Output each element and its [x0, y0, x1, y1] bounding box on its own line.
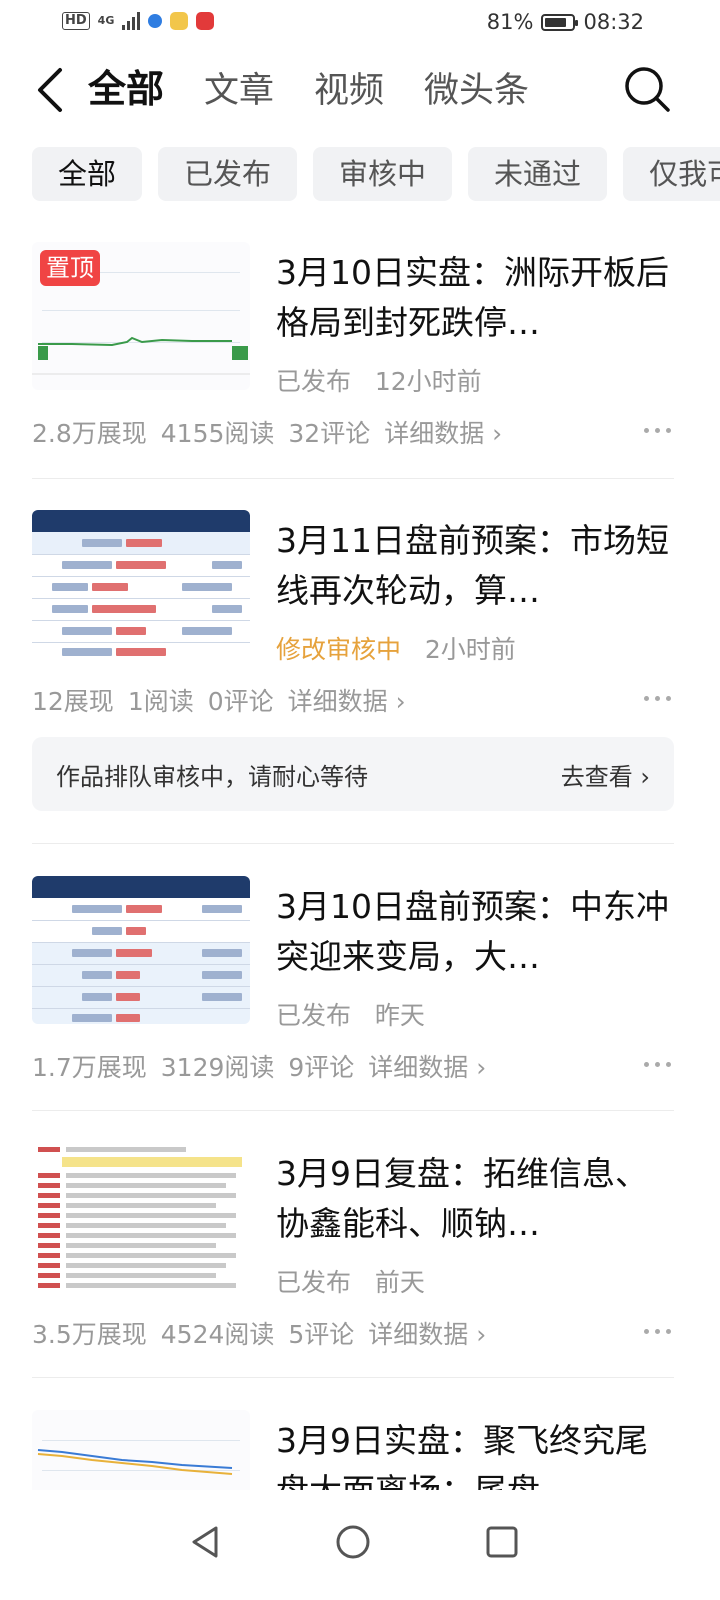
article-meta: 修改审核中 2小时前 — [276, 630, 516, 666]
tab-videos[interactable]: 视频 — [314, 66, 384, 116]
article-time: 2小时前 — [424, 635, 516, 664]
system-navigation-bar — [0, 1490, 720, 1600]
comments-count: 5评论 — [288, 1320, 355, 1349]
comments-count: 32评论 — [288, 419, 371, 448]
stock-chart-graphic — [37, 1449, 233, 1475]
article-status: 修改审核中 — [276, 635, 402, 664]
more-options-button[interactable] — [644, 690, 674, 706]
article-item[interactable]: 3月9日复盘：拓维信息、协鑫能科、顺钠… 已发布 前天 3.5万展现 4524阅读… — [32, 1143, 674, 1353]
content-type-tabs: 全部 文章 视频 微头条 — [88, 64, 529, 116]
article-meta: 已发布 前天 — [276, 1263, 425, 1299]
article-time: 昨天 — [374, 1001, 425, 1030]
tab-articles[interactable]: 文章 — [204, 66, 274, 116]
article-title[interactable]: 3月11日盘前预案：市场短线再次轮动，算… — [276, 516, 676, 616]
article-thumbnail — [32, 510, 250, 658]
article-stats: 2.8万展现 4155阅读 32评论 详细数据 › — [32, 414, 516, 450]
divider — [32, 1110, 674, 1111]
detail-data-link[interactable]: 详细数据 › — [384, 419, 502, 448]
battery-percent: 81% — [486, 10, 534, 34]
filter-private[interactable]: 仅我可见 — [623, 147, 720, 201]
back-button[interactable] — [32, 66, 72, 114]
comments-count: 9评论 — [288, 1053, 355, 1082]
news-notification-icon — [196, 12, 215, 30]
hd-badge: HD — [62, 12, 90, 30]
article-meta: 已发布 12小时前 — [276, 362, 482, 398]
article-thumbnail: 置顶 — [32, 242, 250, 390]
reads-count: 4155阅读 — [160, 419, 275, 448]
nav-home-button[interactable] — [333, 1522, 373, 1562]
network-type: 4G — [97, 14, 115, 27]
views-count: 2.8万展现 — [32, 419, 147, 448]
reads-count: 1阅读 — [127, 687, 194, 716]
article-status: 已发布 — [276, 367, 352, 396]
article-thumbnail — [32, 1143, 250, 1291]
article-stats: 1.7万展现 3129阅读 9评论 详细数据 › — [32, 1048, 500, 1084]
detail-data-link[interactable]: 详细数据 › — [368, 1320, 486, 1349]
nav-back-button[interactable] — [186, 1522, 226, 1562]
article-thumbnail — [32, 1410, 250, 1490]
article-meta: 已发布 昨天 — [276, 996, 425, 1032]
views-count: 12展现 — [32, 687, 114, 716]
app-notification-icon — [148, 14, 163, 28]
status-icons-left: HD 4G — [62, 12, 215, 30]
weather-notification-icon — [170, 12, 189, 30]
filter-reviewing[interactable]: 审核中 — [313, 147, 453, 201]
status-icons-right: 81% 08:32 — [487, 10, 644, 34]
chevron-left-icon — [38, 68, 62, 112]
article-item[interactable]: 3月9日实盘：聚飞终究尾盘大面离场：尾盘… — [32, 1410, 674, 1490]
divider — [32, 478, 674, 479]
article-item[interactable]: 3月10日盘前预案：中东冲突迎来变局，大… 已发布 昨天 1.7万展现 3129阅… — [32, 876, 674, 1086]
article-status: 已发布 — [276, 1268, 352, 1297]
view-review-link[interactable]: 去查看 › — [561, 757, 650, 792]
clock: 08:32 — [583, 10, 644, 34]
status-bar: HD 4G 81% 08:32 — [0, 0, 720, 48]
search-button[interactable] — [622, 64, 672, 114]
tab-all[interactable]: 全部 — [88, 64, 164, 114]
circle-home-icon — [336, 1525, 370, 1559]
article-stats: 12展现 1阅读 0评论 详细数据 › — [32, 682, 420, 718]
battery-icon — [541, 13, 579, 31]
status-filter-bar: 全部 已发布 审核中 未通过 仅我可见 — [32, 147, 720, 201]
filter-published[interactable]: 已发布 — [158, 147, 298, 201]
article-time: 12小时前 — [374, 367, 482, 396]
reads-count: 4524阅读 — [160, 1320, 275, 1349]
comments-count: 0评论 — [207, 687, 274, 716]
more-options-button[interactable] — [644, 1323, 674, 1339]
review-notice-banner[interactable]: 作品排队审核中，请耐心等待 去查看 › — [32, 737, 674, 811]
article-time: 前天 — [374, 1268, 425, 1297]
more-options-button[interactable] — [644, 422, 674, 438]
reads-count: 3129阅读 — [160, 1053, 275, 1082]
square-recents-icon — [486, 1526, 518, 1558]
article-title[interactable]: 3月9日实盘：聚飞终究尾盘大面离场：尾盘… — [276, 1416, 674, 1490]
article-status: 已发布 — [276, 1001, 352, 1030]
triangle-back-icon — [192, 1526, 218, 1558]
detail-data-link[interactable]: 详细数据 › — [368, 1053, 486, 1082]
signal-icon — [122, 12, 141, 30]
more-options-button[interactable] — [644, 1056, 674, 1072]
article-title[interactable]: 3月9日复盘：拓维信息、协鑫能科、顺钠… — [276, 1149, 676, 1249]
tab-micro-posts[interactable]: 微头条 — [424, 66, 529, 116]
divider — [32, 1377, 674, 1378]
review-notice-text: 作品排队审核中，请耐心等待 — [56, 763, 368, 791]
article-item[interactable]: 3月11日盘前预案：市场短线再次轮动，算… 修改审核中 2小时前 12展现 1阅读… — [32, 510, 674, 720]
views-count: 1.7万展现 — [32, 1053, 147, 1082]
views-count: 3.5万展现 — [32, 1320, 147, 1349]
article-item[interactable]: 置顶 3月10日实盘：洲际开板后格局到封死跌停… 已发布 12小时前 2.8万展… — [32, 242, 674, 452]
pinned-badge: 置顶 — [40, 250, 100, 286]
divider — [32, 843, 674, 844]
article-stats: 3.5万展现 4524阅读 5评论 详细数据 › — [32, 1315, 500, 1351]
filter-all[interactable]: 全部 — [32, 147, 143, 201]
search-icon — [625, 67, 670, 112]
detail-data-link[interactable]: 详细数据 › — [288, 687, 406, 716]
filter-rejected[interactable]: 未通过 — [468, 147, 608, 201]
article-thumbnail — [32, 876, 250, 1024]
article-title[interactable]: 3月10日盘前预案：中东冲突迎来变局，大… — [276, 882, 676, 982]
article-title[interactable]: 3月10日实盘：洲际开板后格局到封死跌停… — [276, 248, 676, 348]
header: 全部 文章 视频 微头条 — [0, 52, 720, 128]
nav-recents-button[interactable] — [482, 1522, 522, 1562]
